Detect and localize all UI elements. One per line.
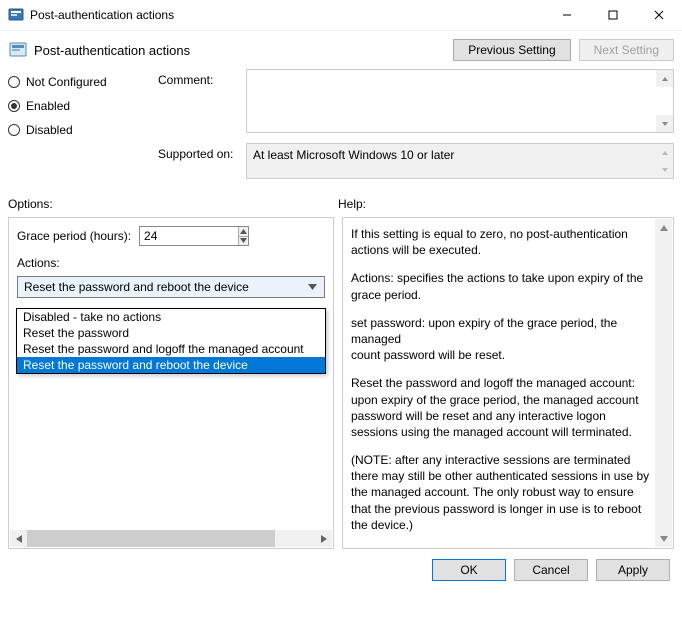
help-text: (NOTE: after any interactive sessions ar… [351,452,651,533]
radio-not-configured[interactable]: Not Configured [8,75,158,89]
spinner-up-icon[interactable] [239,227,248,236]
scroll-down-icon[interactable] [656,115,673,132]
radio-icon [8,124,20,136]
grace-period-label: Grace period (hours): [17,229,131,243]
scroll-up-icon[interactable] [655,219,672,236]
maximize-button[interactable] [590,0,636,30]
chevron-down-icon [304,284,320,290]
minimize-button[interactable] [544,0,590,30]
help-text: Actions: specifies the actions to take u… [351,270,651,302]
dropdown-item[interactable]: Disabled - take no actions [17,309,325,325]
spinner-down-icon[interactable] [239,236,248,246]
help-text: If this setting is equal to zero, no pos… [351,226,651,258]
radio-disabled[interactable]: Disabled [8,123,158,137]
actions-combobox[interactable]: Reset the password and reboot the device [17,276,325,298]
dialog-footer: OK Cancel Apply [0,549,682,581]
scroll-thumb[interactable] [27,530,275,547]
supported-on-text: At least Microsoft Windows 10 or later [253,148,454,162]
supported-on-value: At least Microsoft Windows 10 or later [246,143,674,179]
scroll-right-icon[interactable] [315,530,332,547]
app-icon [8,7,24,23]
horizontal-scrollbar[interactable] [10,530,332,547]
scroll-track[interactable] [27,530,315,547]
help-text: Reset the password and reboot: upon expi… [351,545,651,549]
scroll-up-icon[interactable] [656,70,673,87]
options-section-label: Options: [8,197,338,211]
grace-period-input[interactable] [140,227,238,245]
actions-label: Actions: [17,256,325,270]
window-title: Post-authentication actions [30,8,544,22]
setting-header: Post-authentication actions Previous Set… [0,31,682,65]
close-button[interactable] [636,0,682,30]
radio-label: Enabled [26,99,70,113]
dropdown-item[interactable]: Reset the password [17,325,325,341]
radio-label: Not Configured [26,75,107,89]
actions-dropdown-list[interactable]: Disabled - take no actionsReset the pass… [16,308,326,374]
previous-setting-button[interactable]: Previous Setting [453,39,570,61]
combobox-selected-value: Reset the password and reboot the device [24,280,249,294]
radio-label: Disabled [26,123,73,137]
cancel-button[interactable]: Cancel [514,559,588,581]
scroll-track[interactable] [655,236,672,530]
apply-button[interactable]: Apply [596,559,670,581]
setting-icon [8,40,28,60]
help-text: set password: upon expiry of the grace p… [351,315,651,364]
help-panel: If this setting is equal to zero, no pos… [342,217,674,549]
dropdown-item[interactable]: Reset the password and reboot the device [17,357,325,373]
radio-icon [8,76,20,88]
scroll-left-icon[interactable] [10,530,27,547]
scroll-up-icon [656,144,673,161]
state-radio-group: Not Configured Enabled Disabled [8,69,158,185]
radio-icon [8,100,20,112]
ok-button[interactable]: OK [432,559,506,581]
supported-on-label: Supported on: [158,143,246,161]
vertical-scrollbar[interactable] [655,219,672,547]
comment-textarea[interactable] [246,69,674,133]
dropdown-item[interactable]: Reset the password and logoff the manage… [17,341,325,357]
help-section-label: Help: [338,197,674,211]
scroll-down-icon[interactable] [655,530,672,547]
scroll-down-icon [656,161,673,178]
comment-label: Comment: [158,69,246,87]
grace-period-spinner[interactable] [139,226,249,246]
radio-enabled[interactable]: Enabled [8,99,158,113]
next-setting-button: Next Setting [579,39,674,61]
options-panel: Grace period (hours): Actions: Reset the… [8,217,334,549]
title-bar: Post-authentication actions [0,0,682,31]
setting-title: Post-authentication actions [34,43,190,58]
help-text: Reset the password and logoff the manage… [351,375,651,440]
